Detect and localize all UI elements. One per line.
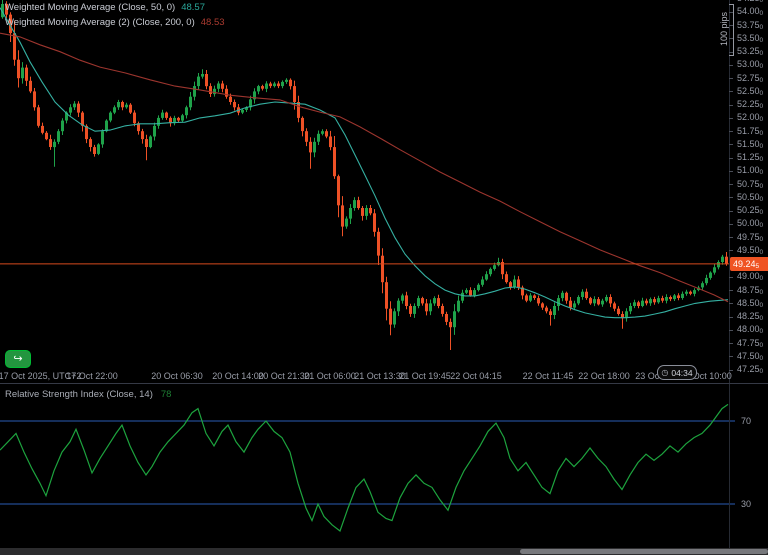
price-axis-separator xyxy=(729,0,730,548)
go-to-realtime-button[interactable]: ↪ xyxy=(6,351,30,367)
rsi-legend-value: 78 xyxy=(161,389,172,400)
wma200-legend-value: 48.53 xyxy=(201,17,225,28)
horizontal-scrollbar-thumb[interactable] xyxy=(520,549,768,554)
trading-chart-app: Weighted Moving Average (Close, 50, 0) 48… xyxy=(0,0,768,555)
chart-canvas[interactable] xyxy=(0,0,768,555)
indicator-legend-wma50[interactable]: Weighted Moving Average (Close, 50, 0) 48… xyxy=(5,2,205,13)
pips-measure-bracket xyxy=(733,4,734,56)
arrow-right-icon: ↪ xyxy=(13,354,22,365)
current-price-subdigit: 5 xyxy=(756,263,760,270)
pips-measure-label: 100 pips xyxy=(719,0,729,65)
pips-measure-bracket-top xyxy=(729,4,734,5)
wma50-legend-label: Weighted Moving Average (Close, 50, 0) xyxy=(5,2,175,13)
countdown-time: 04:34 xyxy=(671,368,692,378)
current-price-value: 49.24 xyxy=(733,259,756,269)
indicator-legend-wma200[interactable]: Weighted Moving Average (2) (Close, 200,… xyxy=(5,17,225,28)
wma50-legend-value: 48.57 xyxy=(181,2,205,13)
wma200-legend-label: Weighted Moving Average (2) (Close, 200,… xyxy=(5,17,195,28)
bar-countdown: ◷ 04:34 xyxy=(657,365,697,380)
indicator-legend-rsi[interactable]: Relative Strength Index (Close, 14) 78 xyxy=(5,389,171,400)
pane-separator[interactable] xyxy=(0,383,768,384)
current-price-label: 49.245 xyxy=(730,257,768,271)
pips-measure-bracket-bottom xyxy=(729,55,734,56)
rsi-legend-label: Relative Strength Index (Close, 14) xyxy=(5,389,153,400)
clock-icon: ◷ xyxy=(661,369,668,377)
